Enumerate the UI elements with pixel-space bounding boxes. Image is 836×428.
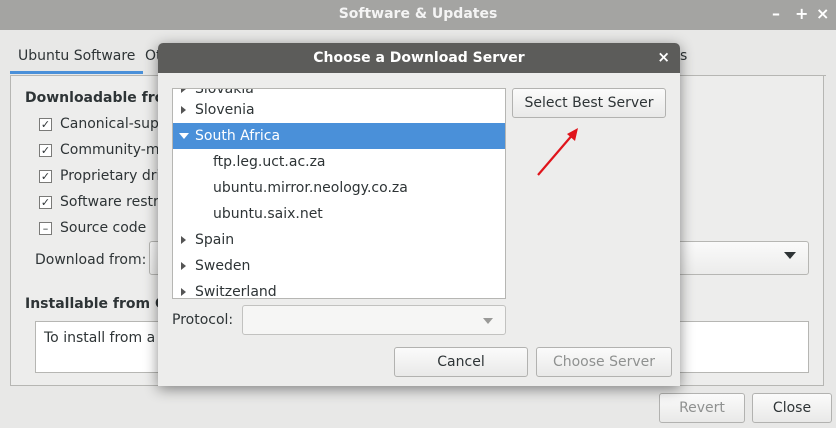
tree-row-country[interactable]: Switzerland — [173, 279, 505, 299]
close-icon[interactable]: × — [657, 48, 670, 66]
checkbox-label: Software restric — [60, 194, 171, 210]
checkbox-mixed-icon[interactable]: – — [39, 221, 52, 235]
main-titlebar: Software & Updates – + × — [0, 0, 836, 30]
cancel-button[interactable]: Cancel — [394, 347, 528, 377]
dialog-title: Choose a Download Server — [313, 50, 525, 66]
window-title: Software & Updates — [338, 6, 498, 22]
select-best-server-button[interactable]: Select Best Server — [512, 88, 666, 118]
annotation-arrow-icon — [537, 128, 578, 176]
expander-expanded-icon[interactable] — [179, 133, 189, 139]
checkbox-checked-icon[interactable]: ✓ — [39, 195, 52, 209]
checkbox-label: Community-mai — [60, 142, 172, 158]
expander-collapsed-icon[interactable] — [181, 106, 186, 114]
protocol-label: Protocol: — [172, 312, 234, 328]
downloadable-heading: Downloadable from — [25, 90, 179, 106]
checkbox-source-code[interactable]: – Source code — [39, 220, 146, 236]
checkbox-checked-icon[interactable]: ✓ — [39, 117, 52, 131]
checkbox-proprietary[interactable]: ✓ Proprietary drive — [39, 168, 177, 184]
tree-row-label: ftp.leg.uct.ac.za — [213, 154, 326, 170]
installable-heading: Installable from CD — [25, 296, 177, 312]
tree-row-label: Sweden — [195, 258, 251, 274]
tree-row-country[interactable]: Sweden — [173, 253, 505, 279]
revert-button[interactable]: Revert — [659, 393, 745, 423]
checkbox-community[interactable]: ✓ Community-mai — [39, 142, 172, 158]
expander-collapsed-icon[interactable] — [181, 89, 186, 93]
download-server-dialog: Slovakia Slovenia South Africa ftp.leg.u… — [158, 73, 680, 386]
expander-collapsed-icon[interactable] — [181, 262, 186, 270]
minimize-icon[interactable]: – — [772, 4, 780, 23]
tree-row-label: South Africa — [195, 128, 281, 144]
tree-row-label: Switzerland — [195, 284, 277, 299]
cd-info-text: To install from a C — [44, 330, 170, 346]
tree-row-label: Spain — [195, 232, 235, 248]
tree-row-label: Slovenia — [195, 102, 255, 118]
checkbox-checked-icon[interactable]: ✓ — [39, 143, 52, 157]
checkbox-label: Source code — [60, 220, 147, 236]
download-from-label: Download from: — [35, 252, 147, 268]
chevron-down-icon — [483, 318, 493, 324]
checkbox-canonical[interactable]: ✓ Canonical-suppo — [39, 116, 176, 132]
expander-collapsed-icon[interactable] — [181, 288, 186, 296]
tree-row-country[interactable]: Slovenia — [173, 97, 505, 123]
checkbox-restricted[interactable]: ✓ Software restric — [39, 194, 170, 210]
tree-row-label: ubuntu.saix.net — [213, 206, 323, 222]
dialog-titlebar: Choose a Download Server × — [158, 43, 680, 73]
tree-row-server[interactable]: ubuntu.saix.net — [173, 201, 505, 227]
maximize-icon[interactable]: + — [795, 4, 808, 23]
tab-partial-right[interactable]: s — [680, 48, 687, 64]
expander-collapsed-icon[interactable] — [181, 236, 186, 244]
checkbox-checked-icon[interactable]: ✓ — [39, 169, 52, 183]
tree-row-country[interactable]: Spain — [173, 227, 505, 253]
close-button[interactable]: Close — [752, 393, 832, 423]
tab-ubuntu-software[interactable]: Ubuntu Software — [10, 44, 144, 74]
close-window-icon[interactable]: × — [816, 4, 829, 23]
protocol-combo[interactable] — [242, 305, 506, 335]
tree-row-label: ubuntu.mirror.neology.co.za — [213, 180, 408, 196]
choose-server-button[interactable]: Choose Server — [536, 347, 672, 377]
tree-row-server[interactable]: ubuntu.mirror.neology.co.za — [173, 175, 505, 201]
tree-row-country-selected[interactable]: South Africa — [173, 123, 505, 149]
tree-row-server[interactable]: ftp.leg.uct.ac.za — [173, 149, 505, 175]
chevron-down-icon — [784, 252, 796, 259]
server-tree[interactable]: Slovakia Slovenia South Africa ftp.leg.u… — [172, 88, 506, 299]
